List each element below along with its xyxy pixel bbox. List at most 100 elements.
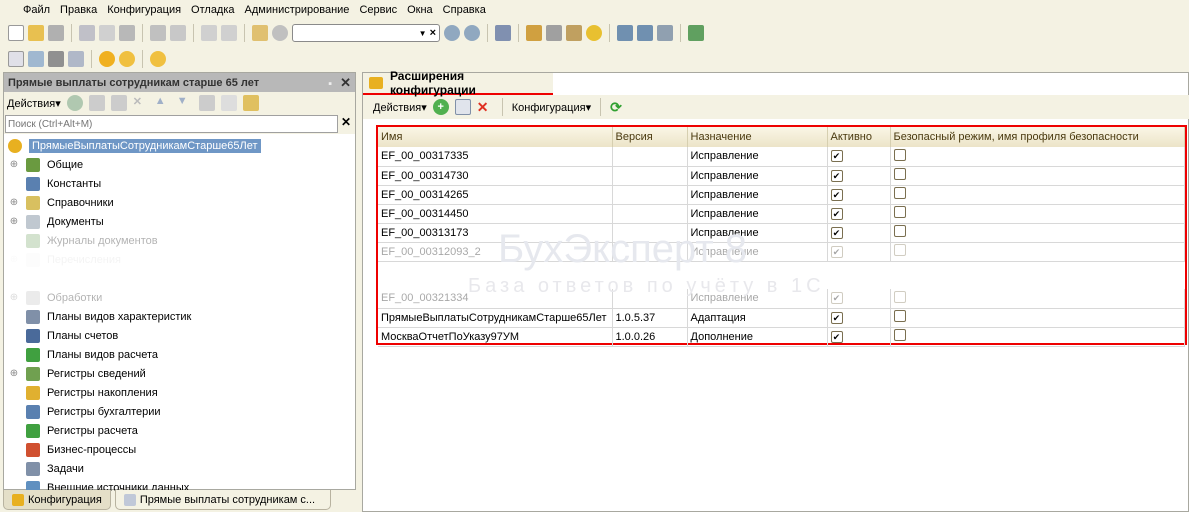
active-checkbox[interactable]: ✔ xyxy=(830,188,843,201)
expand-icon[interactable]: ⊕ xyxy=(8,292,20,303)
menu-item[interactable]: Окна xyxy=(402,4,438,16)
new-icon[interactable] xyxy=(8,25,24,41)
table-row[interactable]: EF_00_00312093_2 Исправление ✔ xyxy=(378,242,1185,262)
actions-menu[interactable]: Действия▾ xyxy=(373,101,427,114)
tab-configuration[interactable]: Конфигурация xyxy=(3,490,111,510)
expand-icon[interactable]: ⊕ xyxy=(8,368,20,379)
menu-item[interactable]: Администрирование xyxy=(240,4,355,16)
menu-item[interactable]: Сервис xyxy=(354,4,402,16)
active-checkbox[interactable]: ✔ xyxy=(830,150,843,163)
copy-icon[interactable] xyxy=(110,95,127,111)
windows-icon[interactable] xyxy=(495,25,511,41)
find-in-files-icon[interactable] xyxy=(252,25,268,41)
safe-checkbox[interactable] xyxy=(893,244,906,256)
menu-item[interactable]: Отладка xyxy=(186,4,239,16)
start-debug-icon[interactable] xyxy=(99,51,115,67)
active-checkbox[interactable]: ✔ xyxy=(830,330,843,343)
tab-extension[interactable]: Прямые выплаты сотрудникам с... xyxy=(114,490,331,510)
menu-item[interactable]: Файл xyxy=(18,4,55,16)
active-checkbox[interactable]: ✔ xyxy=(830,169,843,182)
column-header[interactable]: Имя xyxy=(378,127,613,147)
tree-item[interactable]: ⊕ Справочники xyxy=(4,193,355,212)
tree-item[interactable]: ⊕ Общие xyxy=(4,155,355,174)
table-row[interactable]: EF_00_00317335 Исправление ✔ xyxy=(378,147,1185,167)
delete-icon[interactable]: ✕ xyxy=(133,95,149,111)
database-update-icon[interactable] xyxy=(48,51,64,67)
tree-item[interactable]: Планы видов характеристик xyxy=(4,307,355,326)
column-header[interactable]: Безопасный режим, имя профиля безопаснос… xyxy=(890,127,1185,147)
edit-icon[interactable] xyxy=(88,95,105,111)
add-icon[interactable]: + xyxy=(432,99,449,115)
safe-checkbox[interactable] xyxy=(893,225,906,237)
menu-item[interactable]: Справка xyxy=(438,4,491,16)
filter-icon[interactable] xyxy=(220,95,237,111)
active-checkbox[interactable]: ✔ xyxy=(830,226,843,239)
table-row[interactable]: ПрямыеВыплатыСотрудникамСтарше65Лет 1.0.5… xyxy=(378,308,1185,328)
column-header[interactable]: Версия xyxy=(612,127,688,147)
table-row[interactable]: EF_00_00313173 Исправление ✔ xyxy=(378,223,1185,243)
update-icon[interactable] xyxy=(657,25,673,41)
safe-checkbox[interactable] xyxy=(893,206,906,218)
copy-icon[interactable] xyxy=(99,25,115,41)
open-icon[interactable] xyxy=(454,99,471,115)
clear-icon[interactable]: × xyxy=(427,27,439,39)
paste-icon[interactable] xyxy=(119,25,135,41)
close-icon[interactable]: ✕ xyxy=(340,75,351,90)
run-mode-icon[interactable] xyxy=(150,51,166,67)
active-checkbox[interactable]: ✔ xyxy=(830,245,843,258)
move-up-icon[interactable]: ▲ xyxy=(155,95,171,111)
tree-item[interactable]: Планы видов расчета xyxy=(4,345,355,364)
refresh-icon[interactable]: ⟳ xyxy=(610,99,626,115)
tree-item[interactable]: Журналы документов xyxy=(4,231,355,250)
configuration-menu[interactable]: Конфигурация▾ xyxy=(512,101,591,114)
delete-icon[interactable]: ✕ xyxy=(477,99,493,115)
safe-checkbox[interactable] xyxy=(893,310,906,322)
tree-item[interactable]: ПрямыеВыплатыСотрудникамСтарше65Лет xyxy=(4,136,355,155)
menu-item[interactable]: Правка xyxy=(55,4,102,16)
support-icon[interactable] xyxy=(688,25,704,41)
config-window-icon[interactable] xyxy=(28,51,44,67)
expand-icon[interactable]: ⊕ xyxy=(8,159,20,170)
config-tree-icon[interactable] xyxy=(8,51,24,67)
table-row[interactable]: EF_00_00314730 Исправление ✔ xyxy=(378,166,1185,186)
merge-icon[interactable] xyxy=(637,25,653,41)
tree-item[interactable]: Регистры бухгалтерии xyxy=(4,402,355,421)
tree-item[interactable]: Планы счетов xyxy=(4,326,355,345)
run-icon[interactable] xyxy=(119,51,135,67)
save-icon[interactable] xyxy=(48,25,64,41)
database-config-icon[interactable] xyxy=(68,51,84,67)
tree-item[interactable]: ⊕ Обработки xyxy=(4,288,355,307)
help-search-icon[interactable] xyxy=(546,25,562,41)
safe-checkbox[interactable] xyxy=(893,148,906,161)
search-icon[interactable] xyxy=(272,25,288,41)
add-icon[interactable] xyxy=(66,95,83,111)
find-next-icon[interactable] xyxy=(444,25,460,41)
safe-checkbox[interactable] xyxy=(893,290,906,303)
table-row[interactable]: EF_00_00314450 Исправление ✔ xyxy=(378,204,1185,224)
open-icon[interactable] xyxy=(28,25,44,41)
tree-item[interactable]: Регистры расчета xyxy=(4,421,355,440)
print-icon[interactable] xyxy=(150,25,166,41)
safe-checkbox[interactable] xyxy=(893,168,906,180)
tree-item[interactable]: Задачи xyxy=(4,459,355,478)
menu-item[interactable]: Конфигурация xyxy=(102,4,186,16)
tree-item[interactable]: ⊕ Регистры сведений xyxy=(4,364,355,383)
compare-icon[interactable] xyxy=(617,25,633,41)
search-input[interactable]: ▼ × xyxy=(292,24,440,42)
expand-icon[interactable]: ⊕ xyxy=(8,216,20,227)
table-row[interactable]: МоскваОтчетПоУказу97УМ 1.0.0.26 Дополнение… xyxy=(378,327,1185,347)
column-header[interactable]: Активно xyxy=(827,127,891,147)
cut-icon[interactable] xyxy=(79,25,95,41)
active-checkbox[interactable]: ✔ xyxy=(830,207,843,220)
help-wizard-icon[interactable] xyxy=(526,25,542,41)
tree-item[interactable]: Бизнес-процессы xyxy=(4,440,355,459)
tree-item[interactable]: ⊕ Документы xyxy=(4,212,355,231)
move-down-icon[interactable]: ▼ xyxy=(177,95,193,111)
sort-icon[interactable] xyxy=(198,95,215,111)
active-checkbox[interactable]: ✔ xyxy=(830,311,843,324)
undo-icon[interactable] xyxy=(201,25,217,41)
preview-icon[interactable] xyxy=(170,25,186,41)
safe-checkbox[interactable] xyxy=(893,187,906,199)
info-icon[interactable] xyxy=(586,25,602,41)
find-prev-icon[interactable] xyxy=(464,25,480,41)
